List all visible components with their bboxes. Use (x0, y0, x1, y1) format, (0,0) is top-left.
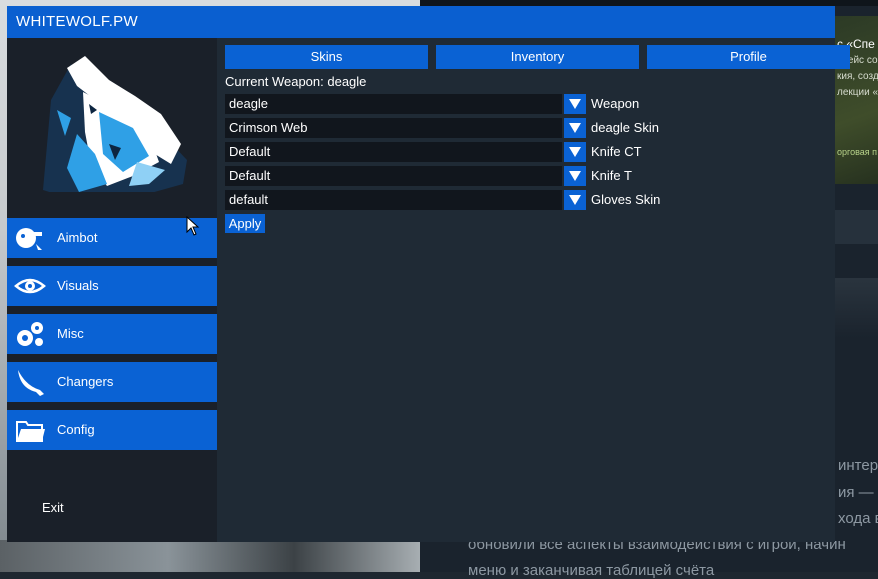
gloves-select[interactable]: default (225, 190, 562, 210)
eye-icon (14, 278, 46, 294)
weapon-select[interactable]: deagle (225, 94, 562, 114)
title-bar[interactable]: WHITEWOLF.PW (7, 6, 835, 38)
sidebar-item-label: Aimbot (57, 230, 98, 245)
knife-t-select[interactable]: Default (225, 166, 562, 186)
tab-profile[interactable]: Profile (647, 45, 850, 69)
sidebar-item-label: Misc (57, 326, 84, 341)
banner-text: орговая п (837, 147, 878, 157)
knife-t-label: Knife T (591, 168, 632, 183)
background-text: хода в (838, 510, 878, 527)
knife-ct-select[interactable]: Default (225, 142, 562, 162)
knife-icon (18, 370, 44, 396)
background-left-bottom (0, 540, 420, 572)
banner-text: кия, созд (837, 71, 878, 82)
weapon-dropdown-button[interactable] (564, 94, 586, 114)
chevron-down-icon (569, 123, 581, 133)
gloves-label: Gloves Skin (591, 192, 661, 207)
knife-ct-dropdown-button[interactable] (564, 142, 586, 162)
knife-t-dropdown-button[interactable] (564, 166, 586, 186)
knife-ct-label: Knife CT (591, 144, 642, 159)
background-text: ия — н (838, 484, 878, 501)
mouse-cursor-icon (186, 216, 200, 236)
chevron-down-icon (569, 171, 581, 181)
background-stripe (835, 278, 878, 338)
skins-panel: Skins Inventory Profile Current Weapon: … (217, 38, 850, 542)
sidebar-item-visuals[interactable]: Visuals (7, 266, 217, 306)
sidebar: Aimbot Visuals Misc Changers Config Exit (7, 38, 217, 542)
skin-dropdown-button[interactable] (564, 118, 586, 138)
folder-icon (16, 421, 45, 442)
sidebar-item-label: Config (57, 422, 95, 437)
chevron-down-icon (569, 195, 581, 205)
skin-label: deagle Skin (591, 120, 659, 135)
background-text: интере (838, 457, 878, 474)
background-banner: с «Спе г кейс со кия, созд лекции « орго… (835, 16, 878, 184)
tab-skins[interactable]: Skins (225, 45, 428, 69)
sidebar-item-misc[interactable]: Misc (7, 314, 217, 354)
sidebar-item-config[interactable]: Config (7, 410, 217, 450)
current-weapon-label: Current Weapon: deagle (225, 74, 367, 89)
gears-icon (17, 322, 43, 346)
gloves-dropdown-button[interactable] (564, 190, 586, 210)
sidebar-item-label: Changers (57, 374, 114, 389)
skin-select[interactable]: Crimson Web (225, 118, 562, 138)
chevron-down-icon (569, 99, 581, 109)
tab-inventory[interactable]: Inventory (436, 45, 639, 69)
background-text: меню и заканчивая таблицей счёта (468, 562, 715, 579)
weapon-label: Weapon (591, 96, 640, 111)
aimbot-icon (16, 228, 42, 250)
background-bar (835, 210, 878, 244)
sidebar-item-changers[interactable]: Changers (7, 362, 217, 402)
apply-button[interactable]: Apply (225, 214, 265, 233)
banner-text: лекции « (837, 87, 878, 98)
sidebar-item-label: Visuals (57, 278, 99, 293)
chevron-down-icon (569, 147, 581, 157)
exit-button[interactable]: Exit (42, 500, 64, 515)
wolf-logo (43, 56, 187, 192)
window-title: WHITEWOLF.PW (16, 13, 138, 30)
cheat-menu-window: WHITEWOLF.PW Aimbot Visuals Misc Changer… (7, 6, 850, 542)
